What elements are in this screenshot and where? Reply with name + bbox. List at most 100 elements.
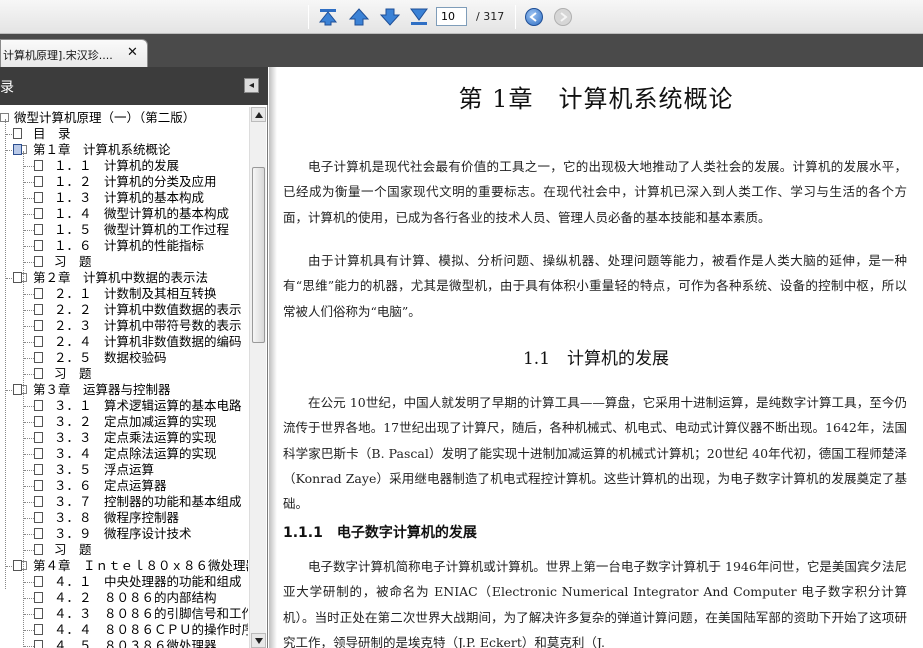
bookmark-label: ２．４ 计算机非数值数据的编码 (54, 334, 242, 349)
scroll-up-button[interactable] (251, 107, 266, 122)
bookmark-label: ３．５ 浮点运算 (54, 462, 155, 477)
tree-connector (24, 486, 34, 487)
tree-connector (24, 550, 34, 551)
page-icon (34, 432, 43, 443)
bookmark-item[interactable]: ２．４ 计算机非数值数据的编码 (0, 334, 248, 350)
bookmark-label: ３．２ 定点加减运算的实现 (54, 414, 217, 429)
last-page-icon (410, 8, 428, 25)
bookmark-item[interactable]: １．２ 计算机的分类及应用 (0, 174, 248, 190)
document-tab[interactable]: 计算机原理].宋汉珍.... ✕ (0, 39, 148, 67)
toolbar-separator (515, 5, 516, 29)
tree-connector (24, 358, 34, 359)
tree-connector (24, 582, 34, 583)
bookmark-item[interactable]: ２．２ 计算机中数值数据的表示 (0, 302, 248, 318)
tree-connector (24, 246, 34, 247)
bookmarks-panel-title: 录 (0, 80, 14, 96)
page-icon (34, 480, 43, 491)
bookmark-label: 目 录 (33, 126, 71, 141)
bookmark-item[interactable]: １．５ 微型计算机的工作过程 (0, 222, 248, 238)
previous-page-button[interactable] (347, 6, 371, 28)
bookmark-item[interactable]: ２．３ 计算机中带符号数的表示 (0, 318, 248, 334)
bookmarks-panel: 录 ◂ 微型计算机原理（一）（第二版）目 录第１章 计算机系统概论 １．１ 计算机… (0, 67, 268, 648)
page-icon (34, 256, 43, 267)
bookmark-item[interactable]: 第２章 计算机中数据的表示法 (0, 270, 248, 286)
scrollbar-thumb[interactable] (252, 167, 265, 343)
bookmark-item[interactable]: ３．３ 定点乘法运算的实现 (0, 430, 248, 446)
close-icon[interactable]: ✕ (127, 45, 138, 60)
toolbar: / 317 (0, 0, 923, 34)
bookmark-item[interactable]: 微型计算机原理（一）（第二版） (0, 110, 248, 126)
tree-connector (24, 630, 34, 631)
subsection-title: 1.1.1 电子数字计算机的发展 (283, 525, 477, 541)
paragraph: 在公元 10世纪，中国人就发明了早期的计算工具——算盘，它采用十进制运算，是纯数… (283, 395, 907, 512)
page-icon (34, 160, 43, 171)
bookmark-item[interactable]: 习 题 (0, 254, 248, 270)
back-icon (525, 8, 543, 26)
bookmark-item[interactable]: ４．５ ８０３８６微处理器 (0, 638, 248, 648)
bookmark-label: 第３章 运算器与控制器 (33, 382, 171, 397)
scroll-down-button[interactable] (251, 633, 266, 648)
bookmark-item[interactable]: ３．４ 定点除法运算的实现 (0, 446, 248, 462)
bookmark-item[interactable]: ３．２ 定点加减运算的实现 (0, 414, 248, 430)
bookmark-item[interactable]: ２．５ 数据校验码 (0, 350, 248, 366)
bookmark-item[interactable]: １．１ 计算机的发展 (0, 158, 248, 174)
next-page-button[interactable] (378, 6, 402, 28)
last-page-button[interactable] (407, 6, 431, 28)
bookmark-item[interactable]: 习 题 (0, 366, 248, 382)
bookmark-item[interactable]: 第４章 Ｉｎｔｅｌ８０ｘ８６微处理器 (0, 558, 248, 574)
bookmark-item[interactable]: 第１章 计算机系统概论 (0, 142, 248, 158)
tree-connector (24, 198, 34, 199)
tree-connector (24, 294, 34, 295)
bookmark-item[interactable]: ４．４ ８０８６ＣＰＵ的操作时序 (0, 622, 248, 638)
bookmark-label: ２．３ 计算机中带符号数的表示 (54, 318, 242, 333)
bookmark-item[interactable]: 习 题 (0, 542, 248, 558)
tree-connector (24, 470, 34, 471)
tab-strip: 计算机原理].宋汉珍.... ✕ (0, 34, 923, 67)
bookmark-item[interactable]: ４．１ 中央处理器的功能和组成 (0, 574, 248, 590)
page-icon (34, 192, 43, 203)
bookmarks-scrollbar[interactable] (249, 107, 266, 648)
bookmark-item[interactable]: ３．６ 定点运算器 (0, 478, 248, 494)
paragraph: 由于计算机具有计算、模拟、分析问题、操纵机器、处理问题等能力，被看作是人类大脑的… (283, 253, 907, 319)
bookmark-item[interactable]: １．６ 计算机的性能指标 (0, 238, 248, 254)
page-icon (34, 176, 43, 187)
bookmark-item[interactable]: １．４ 微型计算机的基本构成 (0, 206, 248, 222)
page-icon (34, 416, 43, 427)
bookmark-item[interactable]: ３．８ 微程序控制器 (0, 510, 248, 526)
bookmark-item[interactable]: 第３章 运算器与控制器 (0, 382, 248, 398)
bookmark-item[interactable]: ２．１ 计数制及其相互转换 (0, 286, 248, 302)
tree-connector (24, 454, 34, 455)
bookmark-item[interactable]: １．３ 计算机的基本构成 (0, 190, 248, 206)
page-icon (13, 128, 22, 139)
bookmark-label: 习 题 (54, 542, 92, 557)
page-icon (34, 640, 43, 648)
tree-connector (24, 374, 34, 375)
first-page-button[interactable] (316, 6, 340, 28)
bookmark-item[interactable]: ３．５ 浮点运算 (0, 462, 248, 478)
bookmark-item[interactable]: ４．２ ８０８６的内部结构 (0, 590, 248, 606)
page-number-input[interactable] (436, 7, 467, 26)
bookmark-item[interactable]: ３．９ 微程序设计技术 (0, 526, 248, 542)
bookmark-label: １．４ 微型计算机的基本构成 (54, 206, 230, 221)
bookmark-item[interactable]: 目 录 (0, 126, 248, 142)
tree-guide (23, 151, 24, 648)
tree-connector (24, 406, 34, 407)
tree-connector (24, 502, 34, 503)
bookmark-item[interactable]: ３．７ 控制器的功能和基本组成 (0, 494, 248, 510)
collapse-panel-button[interactable]: ◂ (244, 78, 259, 93)
bookmark-item[interactable]: ３．１ 算术逻辑运算的基本电路 (0, 398, 248, 414)
bookmark-item[interactable]: ４．３ ８０８６的引脚信号和工作模式 (0, 606, 248, 622)
forward-button[interactable] (551, 6, 575, 28)
tree-connector (24, 166, 34, 167)
bookmark-label: ３．７ 控制器的功能和基本组成 (54, 494, 242, 509)
page-total: / 317 (476, 10, 505, 23)
back-button[interactable] (522, 6, 546, 28)
tree-connector (24, 646, 34, 647)
document-view[interactable]: 第 1章 计算机系统概论 电子计算机是现代社会最有价值的工具之一，它的出现极大地… (269, 67, 923, 648)
page-icon (13, 144, 22, 155)
page-icon (34, 320, 43, 331)
bookmark-label: ４．１ 中央处理器的功能和组成 (54, 574, 242, 589)
arrow-down-icon (254, 637, 263, 644)
page-icon (34, 448, 43, 459)
paragraph: 电子数字计算机简称电子计算机或计算机。世界上第一台电子数字计算机于 1946年问… (283, 559, 907, 648)
